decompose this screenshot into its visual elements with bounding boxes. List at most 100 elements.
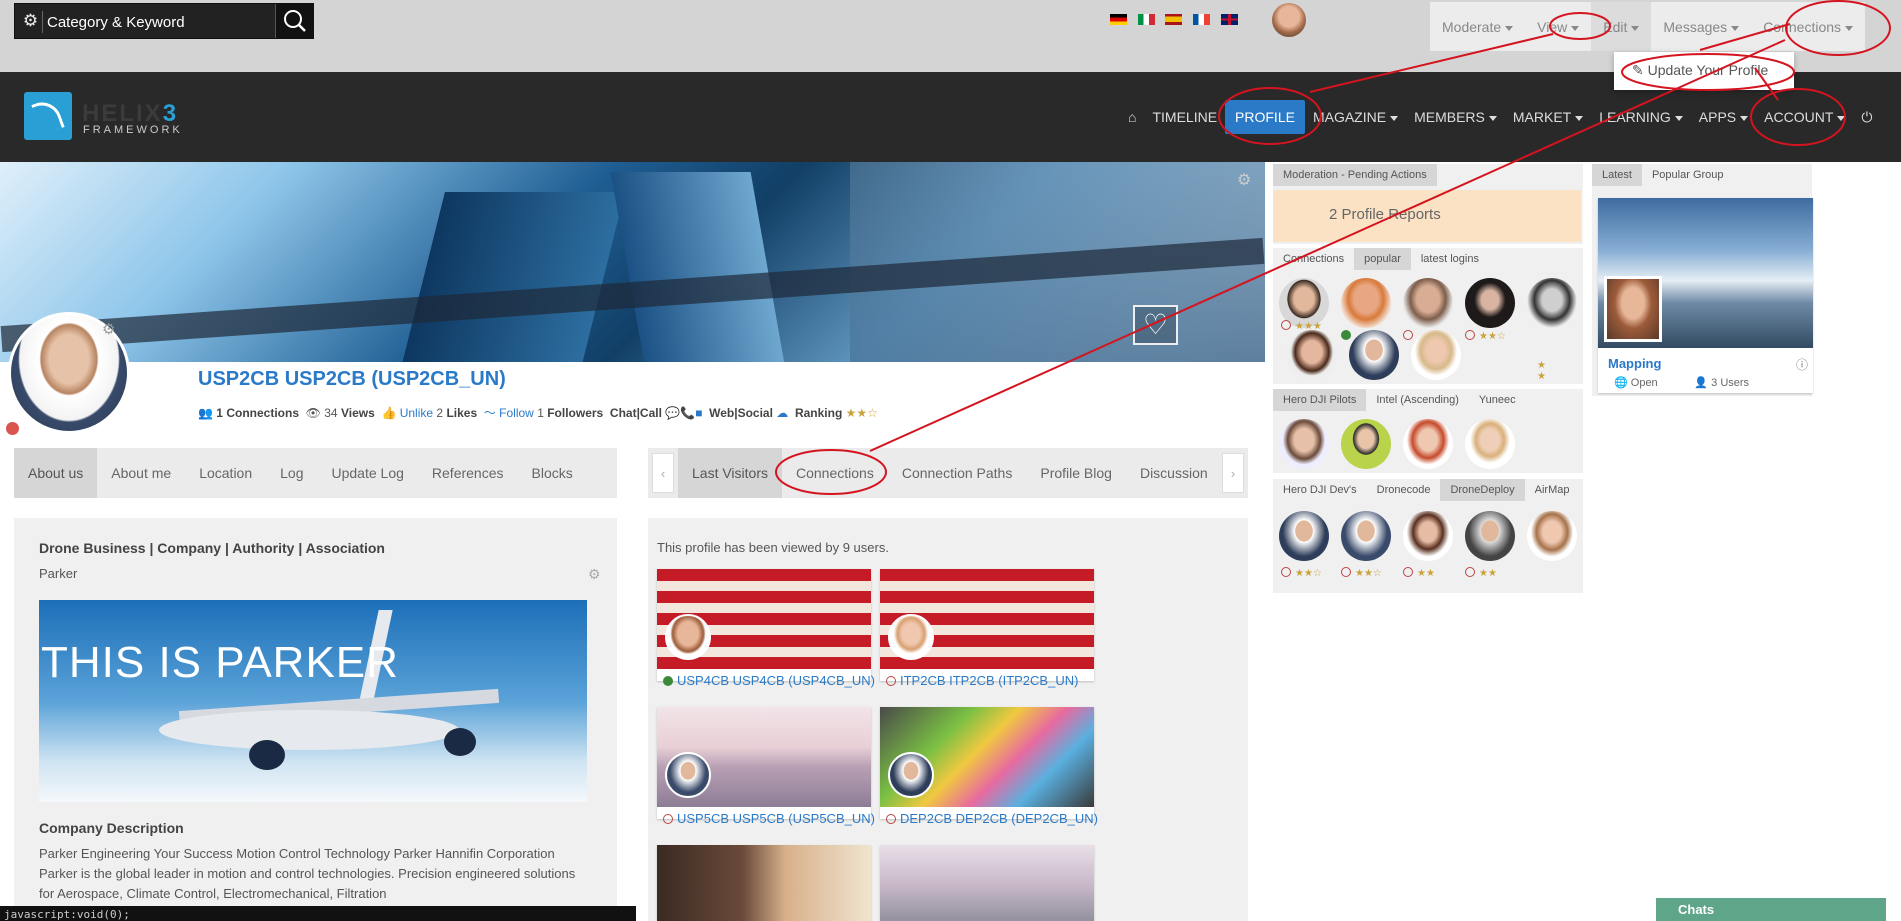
visitor-name[interactable]: DEP2CB DEP2CB (DEP2CB_UN) bbox=[886, 811, 1098, 826]
chevron-left-icon[interactable]: ‹ bbox=[652, 453, 674, 493]
menu-edit[interactable]: Edit bbox=[1591, 2, 1652, 51]
nav-profile[interactable]: PROFILE bbox=[1225, 100, 1305, 134]
tab-references[interactable]: References bbox=[418, 448, 518, 498]
widget-tab[interactable]: Yuneec bbox=[1469, 389, 1526, 411]
chevron-right-icon[interactable]: › bbox=[1222, 453, 1244, 493]
tab-last-visitors[interactable]: Last Visitors bbox=[678, 448, 782, 498]
pilot-avatar[interactable] bbox=[1465, 419, 1515, 469]
connection-avatar[interactable] bbox=[1411, 330, 1461, 380]
profile-tabs-left: About us About me Location Log Update Log Ref… bbox=[14, 448, 617, 498]
flag-es-icon[interactable] bbox=[1165, 14, 1183, 25]
visitor-card[interactable]: DEP2CB DEP2CB (DEP2CB_UN) bbox=[880, 707, 1098, 826]
tab-connection-paths[interactable]: Connection Paths bbox=[888, 448, 1027, 498]
widget-tab[interactable]: Latest bbox=[1592, 164, 1642, 186]
tab-log[interactable]: Log bbox=[266, 448, 317, 498]
nav-timeline[interactable]: TIMELINE bbox=[1144, 109, 1225, 125]
offline-dot-icon bbox=[1403, 330, 1417, 342]
flag-de-icon[interactable] bbox=[1110, 14, 1127, 25]
widget-tab[interactable]: popular bbox=[1354, 248, 1411, 270]
widget-tab[interactable]: Hero DJI Pilots bbox=[1273, 389, 1367, 411]
gear-icon[interactable]: ⚙ bbox=[19, 11, 43, 33]
business-subtitle: Parker bbox=[39, 566, 78, 581]
update-profile-link[interactable]: Update Your Profile bbox=[1648, 62, 1769, 78]
widget-tab[interactable]: Connections bbox=[1273, 248, 1354, 270]
connection-avatar[interactable] bbox=[1349, 330, 1399, 380]
tab-blocks[interactable]: Blocks bbox=[518, 448, 587, 498]
nav-magazine[interactable]: MAGAZINE bbox=[1305, 109, 1406, 125]
dev-avatar[interactable] bbox=[1527, 511, 1577, 561]
video-icon[interactable]: ■ bbox=[695, 406, 702, 420]
cloud-icon[interactable]: ☁ bbox=[776, 406, 788, 420]
dev-avatar[interactable] bbox=[1279, 511, 1329, 561]
connection-avatar[interactable] bbox=[1341, 278, 1391, 328]
pilot-avatar[interactable] bbox=[1341, 419, 1391, 469]
menu-moderate[interactable]: Moderate bbox=[1430, 2, 1525, 51]
tab-connections[interactable]: Connections bbox=[782, 448, 888, 498]
widget-tab[interactable]: AirMap bbox=[1525, 479, 1580, 501]
connection-avatar[interactable] bbox=[1465, 278, 1515, 328]
connection-avatar[interactable] bbox=[1403, 278, 1453, 328]
tab-profile-blog[interactable]: Profile Blog bbox=[1026, 448, 1126, 498]
visitor-name[interactable]: USP5CB USP5CB (USP5CB_UN) bbox=[663, 811, 875, 826]
search-button[interactable] bbox=[275, 4, 313, 38]
profile-name: USP2CB USP2CB (USP2CB_UN) bbox=[198, 368, 506, 390]
pilot-avatar[interactable] bbox=[1403, 419, 1453, 469]
unlike-link[interactable]: 👍 Unlike bbox=[381, 406, 433, 420]
nav-market[interactable]: MARKET bbox=[1505, 109, 1591, 125]
cover-gear-icon[interactable]: ⚙ bbox=[1237, 170, 1251, 190]
chat-icon[interactable]: 💬 bbox=[665, 406, 680, 420]
flag-it-icon[interactable] bbox=[1137, 14, 1155, 25]
widget-tab[interactable]: Dronecode bbox=[1367, 479, 1441, 501]
widget-tab[interactable]: Hero DJI Dev's bbox=[1273, 479, 1367, 501]
moderation-note[interactable]: 2 Profile Reports bbox=[1273, 190, 1581, 242]
visitor-name[interactable]: ITP2CB ITP2CB (ITP2CB_UN) bbox=[886, 673, 1078, 688]
heart-icon[interactable]: ♡ bbox=[1133, 305, 1178, 345]
helix-logo-icon[interactable] bbox=[24, 92, 72, 140]
visitor-name[interactable]: USP4CB USP4CB (USP4CB_UN) bbox=[663, 673, 875, 688]
visitor-card[interactable] bbox=[657, 845, 871, 921]
visitor-card[interactable]: ITP2CB ITP2CB (ITP2CB_UN) bbox=[880, 569, 1094, 688]
dev-avatar[interactable] bbox=[1465, 511, 1515, 561]
tab-about-us[interactable]: About us bbox=[14, 448, 98, 498]
users-icon: 👥 bbox=[198, 406, 213, 420]
power-icon[interactable]: ⏻ bbox=[1853, 109, 1880, 126]
connection-avatar[interactable] bbox=[1527, 278, 1577, 328]
tab-location[interactable]: Location bbox=[185, 448, 266, 498]
info-icon[interactable]: ⓘ bbox=[1796, 356, 1808, 373]
panel-gear-icon[interactable]: ⚙ bbox=[588, 566, 601, 583]
widget-tab[interactable]: Popular Group bbox=[1642, 164, 1734, 186]
visitor-card[interactable]: USP4CB USP4CB (USP4CB_UN) bbox=[657, 569, 875, 688]
nav-learning[interactable]: LEARNING bbox=[1591, 109, 1691, 125]
nav-apps[interactable]: APPS bbox=[1691, 109, 1756, 125]
menu-connections[interactable]: Connections bbox=[1751, 2, 1865, 51]
visitor-card[interactable]: USP5CB USP5CB (USP5CB_UN) bbox=[657, 707, 875, 826]
tab-discussion[interactable]: Discussion bbox=[1126, 448, 1222, 498]
avatar-gear-icon[interactable]: ⚙ bbox=[102, 320, 115, 338]
follow-link[interactable]: 〜 Follow bbox=[484, 406, 534, 420]
group-name[interactable]: Mapping bbox=[1608, 356, 1661, 371]
visitor-card[interactable] bbox=[880, 845, 1094, 921]
tab-update-log[interactable]: Update Log bbox=[318, 448, 418, 498]
moderation-tab[interactable]: Moderation - Pending Actions bbox=[1273, 164, 1437, 186]
nav-home-icon[interactable]: ⌂ bbox=[1120, 109, 1144, 125]
dev-avatar[interactable] bbox=[1403, 511, 1453, 561]
user-avatar[interactable] bbox=[1272, 3, 1306, 37]
flag-uk-icon[interactable] bbox=[1220, 14, 1238, 25]
widget-tab[interactable]: latest logins bbox=[1411, 248, 1489, 270]
menu-messages[interactable]: Messages bbox=[1651, 2, 1751, 51]
nav-account[interactable]: ACCOUNT bbox=[1756, 109, 1853, 125]
nav-members[interactable]: MEMBERS bbox=[1406, 109, 1505, 125]
dev-avatar[interactable] bbox=[1341, 511, 1391, 561]
rating-stars-icon: ★★ bbox=[1537, 360, 1546, 382]
widget-tab[interactable]: DroneDeploy bbox=[1440, 479, 1525, 501]
tab-about-me[interactable]: About me bbox=[97, 448, 185, 498]
group-card[interactable]: Mapping ⓘ 🌐 Open 👤 3 Users bbox=[1598, 198, 1813, 393]
pilot-avatar[interactable] bbox=[1279, 419, 1329, 469]
search-input[interactable] bbox=[47, 8, 282, 36]
phone-icon[interactable]: 📞 bbox=[680, 406, 695, 420]
widget-tab[interactable]: Intel (Ascending) bbox=[1366, 389, 1469, 411]
menu-view[interactable]: View bbox=[1525, 2, 1591, 51]
chats-button[interactable]: Chats bbox=[1656, 898, 1886, 921]
flag-fr-icon[interactable] bbox=[1192, 14, 1210, 25]
connection-avatar[interactable] bbox=[1287, 330, 1337, 380]
